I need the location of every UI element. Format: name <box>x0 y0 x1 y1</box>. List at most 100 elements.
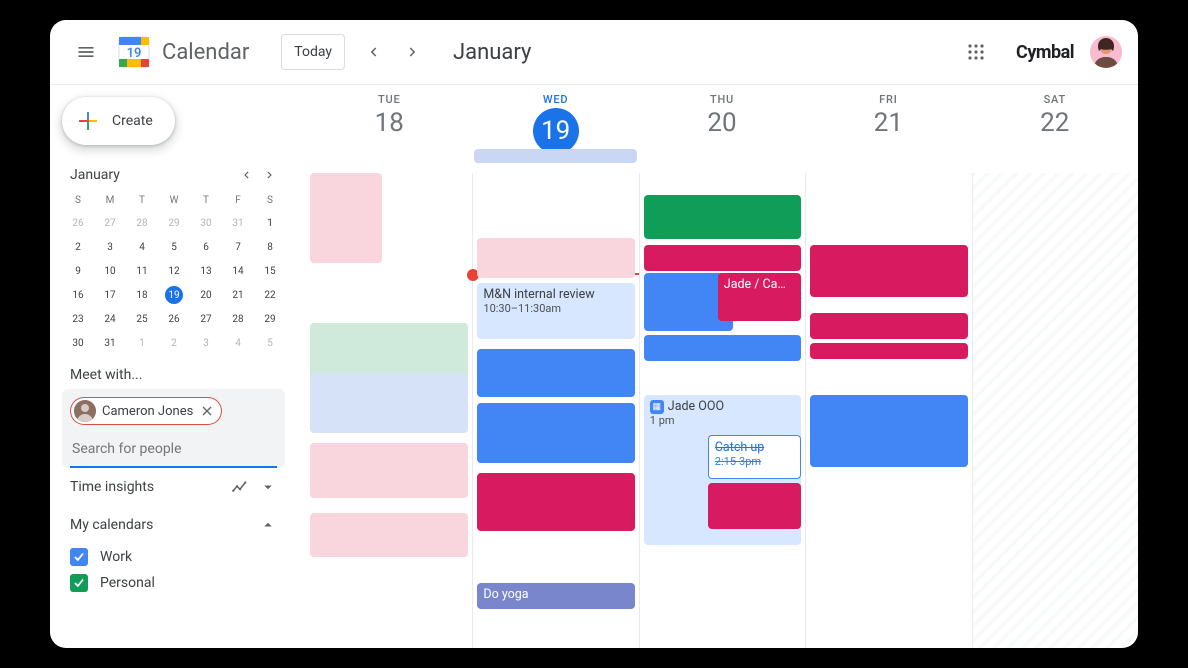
mini-day-cell[interactable]: 29 <box>158 211 190 235</box>
search-people-input[interactable] <box>70 432 277 468</box>
mini-day-cell[interactable]: 27 <box>190 307 222 331</box>
chevron-left-icon <box>239 168 253 182</box>
event-title: Jade / Cameron <box>724 277 795 292</box>
create-button[interactable]: Create <box>62 97 175 145</box>
org-brand-label: Cymbal <box>1016 42 1074 63</box>
mini-day-cell[interactable]: 1 <box>254 211 286 235</box>
mini-day-cell[interactable]: 24 <box>94 307 126 331</box>
mini-day-cell[interactable]: 4 <box>222 331 254 355</box>
mini-day-cell[interactable]: 13 <box>190 259 222 283</box>
calendar-event[interactable] <box>477 238 634 278</box>
calendar-event[interactable] <box>477 403 634 463</box>
calendar-event[interactable] <box>310 443 468 498</box>
mini-day-cell[interactable]: 6 <box>190 235 222 259</box>
mini-day-cell[interactable]: 31 <box>222 211 254 235</box>
mini-day-cell[interactable]: 26 <box>158 307 190 331</box>
mini-day-cell[interactable]: 9 <box>62 259 94 283</box>
google-apps-button[interactable] <box>956 32 996 72</box>
my-calendars-row[interactable]: My calendars <box>62 506 285 544</box>
mini-day-cell[interactable]: 29 <box>254 307 286 331</box>
mini-dow: F <box>222 191 254 211</box>
mini-dow: S <box>254 191 286 211</box>
mini-day-cell[interactable]: 3 <box>94 235 126 259</box>
calendar-event[interactable] <box>310 513 468 557</box>
mini-day-cell[interactable]: 14 <box>222 259 254 283</box>
mini-day-cell[interactable]: 12 <box>158 259 190 283</box>
mini-day-cell[interactable]: 27 <box>94 211 126 235</box>
mini-day-cell[interactable]: 4 <box>126 235 158 259</box>
account-avatar[interactable] <box>1090 36 1122 68</box>
time-insights-row[interactable]: Time insights <box>62 468 285 506</box>
calendar-event[interactable] <box>810 343 967 359</box>
day-of-week-label: THU <box>710 93 734 106</box>
non-working-day-hatch <box>973 173 1138 648</box>
plus-icon <box>76 109 100 133</box>
mini-day-cell[interactable]: 15 <box>254 259 286 283</box>
mini-day-cell[interactable]: 25 <box>126 307 158 331</box>
calendar-event[interactable] <box>708 483 801 529</box>
day-number: 18 <box>375 108 404 138</box>
hamburger-icon <box>76 42 96 62</box>
calendar-item[interactable]: Personal <box>62 570 285 596</box>
mini-day-cell[interactable]: 20 <box>190 283 222 307</box>
calendar-event[interactable] <box>644 335 801 361</box>
mini-day-cell[interactable]: 2 <box>158 331 190 355</box>
mini-day-cell[interactable]: 8 <box>254 235 286 259</box>
calendar-event[interactable]: Catch up2:15-3pm <box>708 435 801 479</box>
mini-day-cell[interactable]: 28 <box>222 307 254 331</box>
ooo-icon: ▦ <box>650 400 664 414</box>
day-header[interactable]: FRI21 <box>805 85 971 173</box>
calendar-logo-icon: 19 <box>114 32 154 72</box>
mini-day-cell[interactable]: 23 <box>62 307 94 331</box>
calendar-event[interactable]: Do yoga <box>477 583 634 609</box>
mini-next-month[interactable] <box>258 163 282 187</box>
day-header[interactable]: THU 20 <box>639 85 805 173</box>
mini-day-cell[interactable]: 19 <box>158 283 190 307</box>
calendar-event[interactable] <box>310 173 382 263</box>
calendar-event[interactable]: Jade / Cameron <box>718 273 801 321</box>
mini-day-cell[interactable]: 2 <box>62 235 94 259</box>
day-number: 20 <box>707 108 736 138</box>
mini-day-cell[interactable]: 17 <box>94 283 126 307</box>
day-header[interactable]: SAT22 <box>972 85 1138 173</box>
mini-day-cell[interactable]: 31 <box>94 331 126 355</box>
menu-button[interactable] <box>66 32 106 72</box>
calendar-event[interactable] <box>310 373 468 433</box>
event-time: 2:15-3pm <box>715 455 794 468</box>
prev-week-button[interactable] <box>357 36 389 68</box>
mini-day-cell[interactable]: 3 <box>190 331 222 355</box>
mini-day-cell[interactable]: 16 <box>62 283 94 307</box>
mini-prev-month[interactable] <box>234 163 258 187</box>
today-button[interactable]: Today <box>281 34 345 70</box>
mini-day-cell[interactable]: 30 <box>62 331 94 355</box>
mini-day-cell[interactable]: 30 <box>190 211 222 235</box>
mini-day-cell[interactable]: 26 <box>62 211 94 235</box>
calendar-event[interactable] <box>810 313 967 339</box>
day-header[interactable]: WED19 <box>472 85 638 173</box>
calendar-event[interactable] <box>810 245 967 297</box>
close-icon[interactable] <box>199 403 215 419</box>
person-chip[interactable]: Cameron Jones <box>70 397 222 425</box>
mini-day-cell[interactable]: 11 <box>126 259 158 283</box>
mini-day-cell[interactable]: 7 <box>222 235 254 259</box>
calendar-event[interactable] <box>810 395 967 467</box>
calendar-event[interactable] <box>644 245 801 271</box>
calendar-event[interactable] <box>477 349 634 397</box>
calendar-event[interactable] <box>477 473 634 531</box>
mini-day-cell[interactable]: 18 <box>126 283 158 307</box>
mini-day-cell[interactable]: 22 <box>254 283 286 307</box>
mini-day-cell[interactable]: 21 <box>222 283 254 307</box>
calendar-item[interactable]: Work <box>62 544 285 570</box>
time-insights-label: Time insights <box>70 479 154 495</box>
calendar-event[interactable] <box>644 195 801 239</box>
mini-day-cell[interactable]: 1 <box>126 331 158 355</box>
mini-day-cell[interactable]: 5 <box>254 331 286 355</box>
app-logo: 19 Calendar <box>114 32 249 72</box>
calendar-event[interactable]: M&N internal review10:30–11:30am <box>477 283 634 339</box>
mini-day-cell[interactable]: 5 <box>158 235 190 259</box>
mini-day-cell[interactable]: 28 <box>126 211 158 235</box>
day-header[interactable]: TUE18 <box>306 85 472 173</box>
mini-day-cell[interactable]: 10 <box>94 259 126 283</box>
chip-avatar-icon <box>74 400 96 422</box>
next-week-button[interactable] <box>397 36 429 68</box>
